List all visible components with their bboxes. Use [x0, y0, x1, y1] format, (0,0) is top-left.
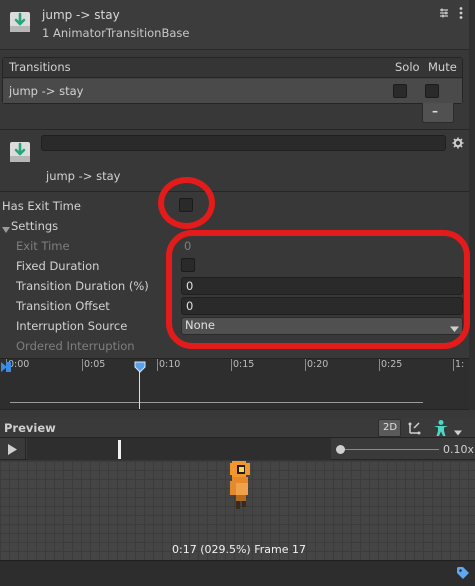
- transition-name-field[interactable]: [41, 135, 446, 151]
- chevron-down-icon[interactable]: [454, 425, 462, 436]
- avatar-preview-icon[interactable]: [431, 419, 451, 437]
- remove-transition-button[interactable]: [422, 103, 454, 123]
- transition-row-label: jump -> stay: [9, 84, 84, 98]
- transition-asset-icon: [8, 10, 32, 37]
- fixed-duration-label: Fixed Duration: [16, 259, 100, 273]
- playback-scrubber-handle[interactable]: [118, 440, 121, 459]
- ordered-interruption-label: Ordered Interruption: [16, 339, 135, 353]
- settings-gear-icon[interactable]: [452, 137, 464, 149]
- presets-icon[interactable]: [438, 7, 450, 19]
- more-options-icon[interactable]: [458, 6, 464, 20]
- mute-checkbox[interactable]: [425, 84, 439, 98]
- transitions-header-label: Transitions: [9, 60, 71, 74]
- exit-time-label: Exit Time: [16, 239, 70, 253]
- divider: [0, 191, 469, 192]
- timeline-ruler: 0:00 0:05 0:10 0:15 0:20 0:25 1:: [0, 359, 469, 375]
- timeline-tick-label: 1:: [455, 359, 465, 370]
- timeline-tick-label: 0:15: [233, 359, 255, 370]
- status-bar: [0, 560, 475, 586]
- timeline-clip-bar: [10, 402, 423, 403]
- speed-slider-thumb[interactable]: [336, 445, 345, 454]
- tag-icon[interactable]: [456, 566, 470, 580]
- timeline-tick-label: 0:20: [307, 359, 329, 370]
- interruption-source-label: Interruption Source: [16, 319, 128, 333]
- preview-title: Preview: [4, 421, 56, 435]
- speed-slider-track[interactable]: [340, 449, 439, 450]
- speed-label: 0.10x: [443, 443, 475, 456]
- inspector-subtitle: 1 AnimatorTransitionBase: [42, 26, 190, 40]
- timeline-playhead-icon[interactable]: [134, 361, 146, 373]
- timeline-tick-label: 0:00: [8, 359, 30, 370]
- remove-transition-label: –: [432, 104, 438, 118]
- timeline-tick-label: 0:10: [159, 359, 181, 370]
- transition-offset-label: Transition Offset: [16, 299, 110, 313]
- solo-checkbox[interactable]: [393, 84, 407, 98]
- divider: [0, 129, 469, 130]
- timeline-tick-label: 0:25: [381, 359, 403, 370]
- preview-status-label: 0:17 (029.5%) Frame 17: [172, 543, 306, 556]
- mute-header-label: Mute: [428, 60, 457, 74]
- scrollbar[interactable]: [469, 0, 475, 410]
- transition-title: jump -> stay: [46, 169, 121, 183]
- settings-foldout-arrow-icon[interactable]: [2, 223, 10, 233]
- settings-foldout-label[interactable]: Settings: [11, 219, 58, 233]
- pivot-icon[interactable]: [407, 420, 423, 436]
- highlight-rounded-rect: [166, 230, 470, 349]
- play-icon: [8, 444, 17, 455]
- timeline-tick-label: 0:05: [84, 359, 106, 370]
- inspector-title: jump -> stay: [42, 8, 120, 22]
- timeline-start-marker-icon[interactable]: [1, 361, 11, 372]
- solo-header-label: Solo: [395, 60, 420, 74]
- playback-scrubber[interactable]: [27, 438, 331, 460]
- has-exit-time-label: Has Exit Time: [2, 199, 81, 213]
- mode-2d-label: 2D: [383, 422, 398, 433]
- highlight-circle: [158, 177, 215, 229]
- transition-icon: [8, 140, 32, 167]
- transition-duration-label: Transition Duration (%): [16, 279, 149, 293]
- preview-header: [0, 418, 475, 438]
- transitions-list-header: [3, 58, 462, 78]
- character-sprite: [226, 459, 254, 511]
- timeline-playhead-line: [139, 367, 140, 409]
